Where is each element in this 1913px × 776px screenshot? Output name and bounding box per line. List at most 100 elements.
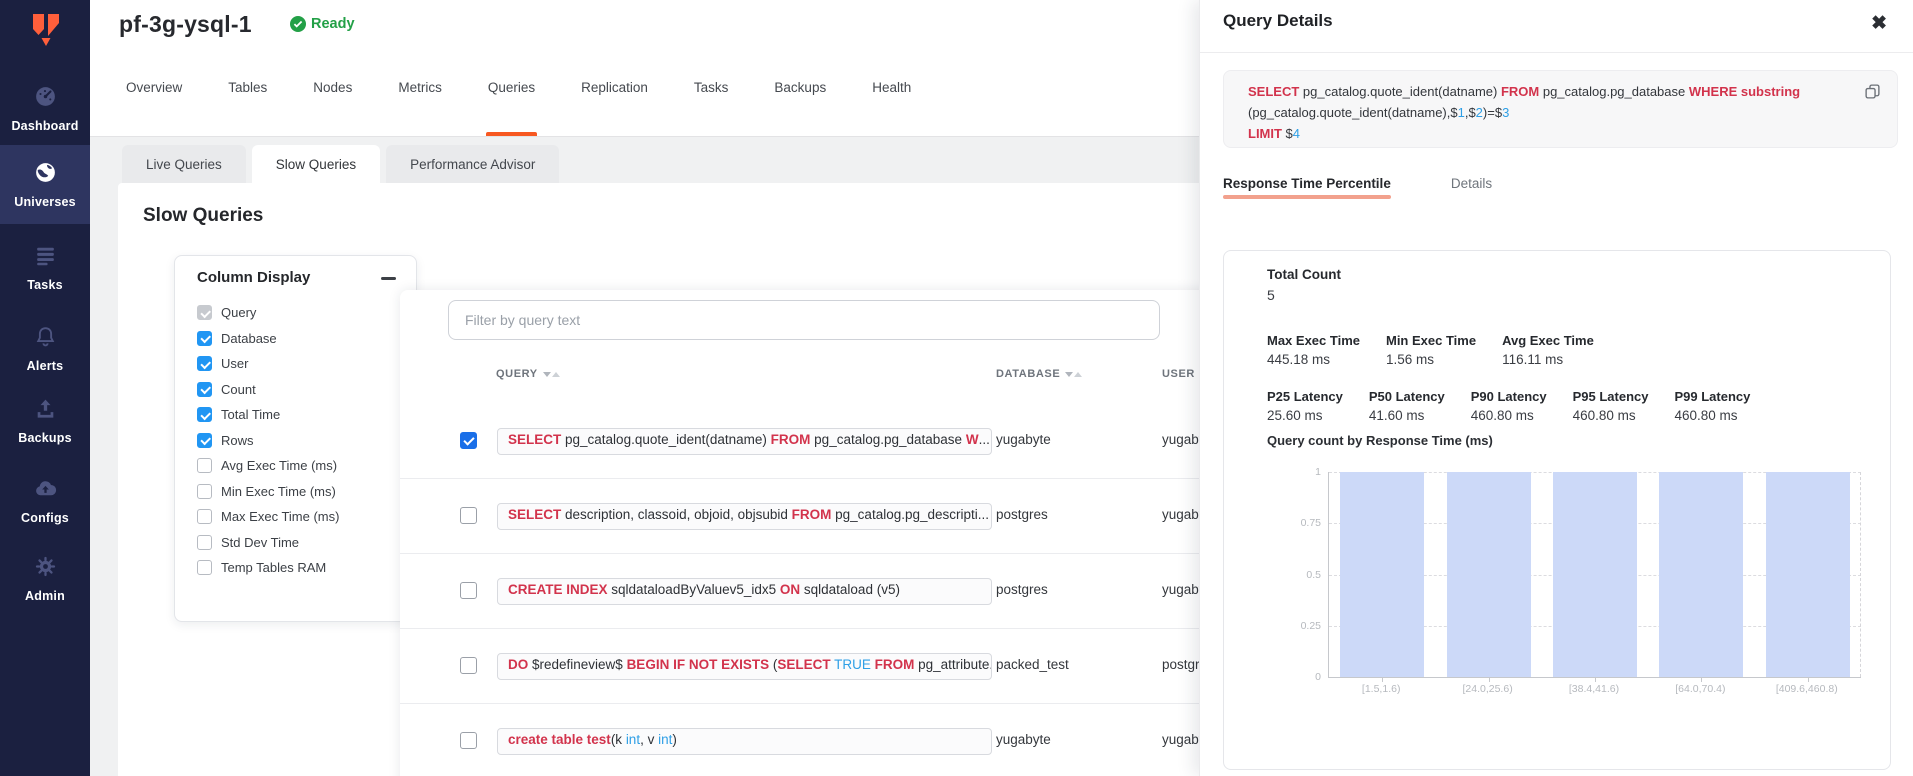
- tab-overview[interactable]: Overview: [126, 70, 182, 136]
- subtab-live-queries[interactable]: Live Queries: [122, 145, 246, 183]
- stat-p50-latency: P50 Latency41.60 ms: [1369, 389, 1445, 423]
- sidebar-item-dashboard[interactable]: Dashboard: [0, 80, 90, 136]
- sql-text: SELECT pg_catalog.quote_ident(datname) F…: [1248, 81, 1853, 144]
- checkbox[interactable]: [197, 407, 212, 422]
- column-option-query[interactable]: Query: [197, 300, 406, 326]
- tab-metrics[interactable]: Metrics: [398, 70, 442, 136]
- option-label: Max Exec Time (ms): [221, 509, 339, 524]
- subtab-slow-queries[interactable]: Slow Queries: [252, 145, 380, 183]
- checkbox[interactable]: [197, 382, 212, 397]
- tab-tasks[interactable]: Tasks: [694, 70, 729, 136]
- query-subtabs: Live QueriesSlow QueriesPerformance Advi…: [122, 145, 565, 183]
- sidebar-item-universes[interactable]: Universes: [0, 145, 90, 224]
- list-icon: [33, 243, 58, 273]
- user-cell: yugabyte: [1162, 432, 1200, 447]
- status-badge: Ready: [290, 16, 355, 32]
- query-text-chip[interactable]: SELECT description, classoid, objoid, ob…: [497, 503, 992, 530]
- query-text-chip[interactable]: CREATE INDEX sqldataloadByValuev5_idx5 O…: [497, 578, 992, 605]
- table-row: CREATE INDEX sqldataloadByValuev5_idx5 O…: [400, 554, 1200, 629]
- column-option-user[interactable]: User: [197, 351, 406, 377]
- column-header-database[interactable]: DATABASE: [996, 368, 1082, 380]
- column-option-max-exec-time-ms-[interactable]: Max Exec Time (ms): [197, 504, 406, 530]
- column-option-database[interactable]: Database: [197, 326, 406, 352]
- option-label: Avg Exec Time (ms): [221, 458, 337, 473]
- gear-icon: [33, 554, 58, 584]
- stat-label: P25 Latency: [1267, 389, 1343, 404]
- column-header-query[interactable]: QUERY: [496, 368, 560, 380]
- row-checkbox[interactable]: [460, 657, 477, 674]
- sidebar-item-label: Alerts: [27, 359, 64, 373]
- checkbox[interactable]: [197, 535, 212, 550]
- database-cell: postgres: [996, 507, 1048, 522]
- query-text-chip[interactable]: DO $redefineview$ BEGIN IF NOT EXISTS (S…: [497, 653, 992, 680]
- minus-icon[interactable]: [381, 277, 396, 280]
- percentile-box: Total Count 5 Max Exec Time445.18 msMin …: [1223, 250, 1891, 770]
- queries-content: Live QueriesSlow QueriesPerformance Advi…: [90, 137, 1200, 776]
- copy-icon[interactable]: [1864, 83, 1881, 105]
- tab-queries[interactable]: Queries: [488, 70, 535, 136]
- checkbox[interactable]: [197, 560, 212, 575]
- tab-replication[interactable]: Replication: [581, 70, 648, 136]
- stat-label: P50 Latency: [1369, 389, 1445, 404]
- user-cell: yugabyte: [1162, 507, 1200, 522]
- status-text: Ready: [311, 16, 355, 32]
- sidebar-item-backups[interactable]: Backups: [0, 392, 90, 448]
- close-icon[interactable]: ✖: [1871, 14, 1887, 33]
- sidebar-item-tasks[interactable]: Tasks: [0, 239, 90, 295]
- checkbox: [197, 305, 212, 320]
- checkbox[interactable]: [197, 433, 212, 448]
- sort-icon[interactable]: [1065, 372, 1082, 377]
- checkbox[interactable]: [197, 458, 212, 473]
- subtab-performance-advisor[interactable]: Performance Advisor: [386, 145, 559, 183]
- row-checkbox[interactable]: [460, 582, 477, 599]
- column-display-panel: Column Display QueryDatabaseUserCountTot…: [174, 255, 417, 622]
- checkbox[interactable]: [197, 356, 212, 371]
- query-text-chip[interactable]: create table test(k int, v int): [497, 728, 992, 755]
- column-option-temp-tables-ram[interactable]: Temp Tables RAM: [197, 555, 406, 581]
- search-input[interactable]: [448, 300, 1160, 340]
- y-tick-label: 1: [1291, 466, 1321, 478]
- column-option-total-time[interactable]: Total Time: [197, 402, 406, 428]
- yugabyte-logo[interactable]: [24, 8, 68, 52]
- sidebar-item-label: Backups: [18, 431, 72, 445]
- query-text-chip[interactable]: SELECT pg_catalog.quote_ident(datname) F…: [497, 428, 992, 455]
- bar: [1447, 472, 1531, 677]
- checkbox[interactable]: [197, 484, 212, 499]
- universe-header: pf-3g-ysql-1 Ready OverviewTablesNodesMe…: [90, 0, 1200, 137]
- bar: [1340, 472, 1424, 677]
- sort-icon[interactable]: [543, 372, 560, 377]
- stat-label: Avg Exec Time: [1502, 333, 1594, 348]
- sidebar-item-alerts[interactable]: Alerts: [0, 320, 90, 376]
- column-option-avg-exec-time-ms-[interactable]: Avg Exec Time (ms): [197, 453, 406, 479]
- checkbox[interactable]: [197, 509, 212, 524]
- tab-backups[interactable]: Backups: [774, 70, 826, 136]
- row-checkbox[interactable]: [460, 507, 477, 524]
- stat-label: P95 Latency: [1573, 389, 1649, 404]
- exec-stats-row: Max Exec Time445.18 msMin Exec Time1.56 …: [1267, 333, 1594, 367]
- column-option-std-dev-time[interactable]: Std Dev Time: [197, 530, 406, 556]
- query-details-panel: Query Details ✖ SELECT pg_catalog.quote_…: [1199, 0, 1913, 776]
- details-tab-details[interactable]: Details: [1451, 176, 1492, 217]
- sidebar-item-admin[interactable]: Admin: [0, 550, 90, 606]
- tab-tables[interactable]: Tables: [228, 70, 267, 136]
- globe-icon: [33, 160, 58, 190]
- bar-slot: [1329, 472, 1435, 677]
- option-label: Temp Tables RAM: [221, 560, 326, 575]
- sidebar-item-label: Tasks: [27, 278, 63, 292]
- row-checkbox[interactable]: [460, 732, 477, 749]
- column-option-rows[interactable]: Rows: [197, 428, 406, 454]
- row-checkbox[interactable]: [460, 432, 477, 449]
- user-cell: postgres: [1162, 657, 1200, 672]
- details-tab-response-time-percentile[interactable]: Response Time Percentile: [1223, 176, 1391, 217]
- column-option-min-exec-time-ms-[interactable]: Min Exec Time (ms): [197, 479, 406, 505]
- table-row: create table test(k int, v int)yugabytey…: [400, 704, 1200, 776]
- checkbox[interactable]: [197, 331, 212, 346]
- total-count-label: Total Count: [1267, 267, 1341, 282]
- column-option-count[interactable]: Count: [197, 377, 406, 403]
- tab-nodes[interactable]: Nodes: [313, 70, 352, 136]
- column-header-user[interactable]: USER: [1162, 368, 1195, 380]
- check-circle-icon: [290, 16, 306, 32]
- sidebar-item-configs[interactable]: Configs: [0, 472, 90, 528]
- total-count-value: 5: [1267, 287, 1275, 303]
- tab-health[interactable]: Health: [872, 70, 911, 136]
